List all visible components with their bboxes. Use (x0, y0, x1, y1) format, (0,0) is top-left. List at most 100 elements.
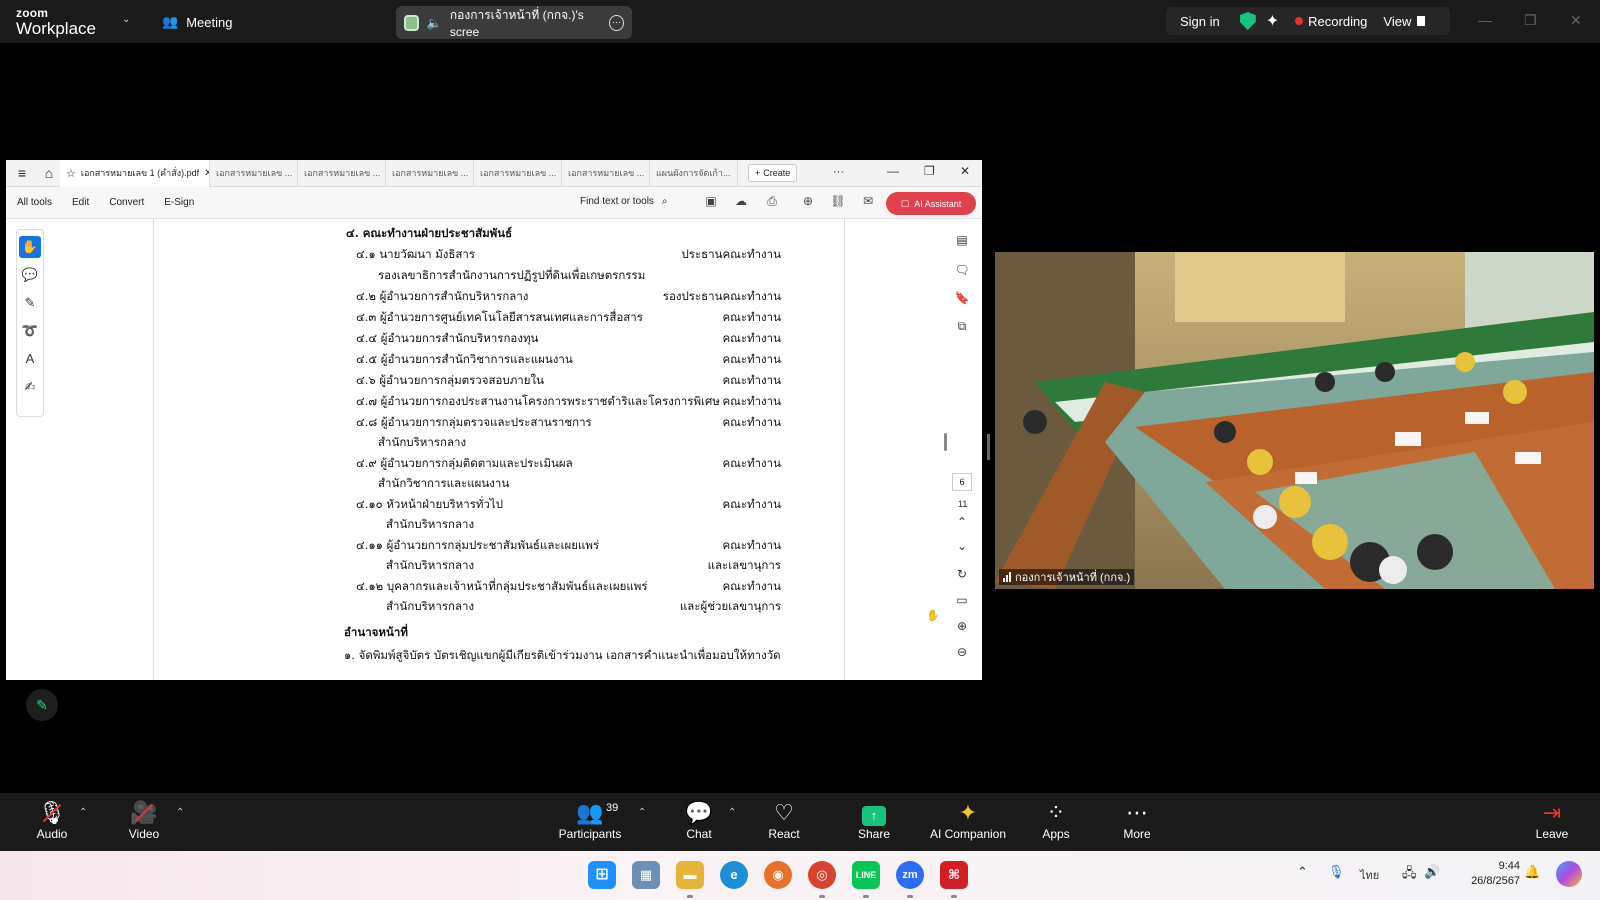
pdf-minimize-icon[interactable]: — (887, 164, 899, 178)
share-search-icon[interactable]: ⊕ (799, 194, 817, 212)
zoom-out-icon[interactable]: ⊖ (954, 645, 970, 661)
pdf-tab[interactable]: เอกสารหมายเลข ... (562, 160, 650, 187)
apps-button[interactable]: ⁘ Apps (1016, 799, 1096, 841)
comments-panel-icon[interactable]: 🗨 (954, 263, 970, 279)
menu-edit[interactable]: Edit (72, 197, 89, 208)
pdf-tab-active[interactable]: ☆ เอกสารหมายเลข 1 (คำสั่ง).pdf ✕ (60, 160, 210, 187)
page-down-icon[interactable]: ⌄ (954, 539, 970, 555)
member-subline: สำนักบริหารกลาง (386, 558, 475, 572)
print-icon[interactable]: ⎙ (763, 194, 781, 212)
find-tools-box[interactable]: Find text or tools ⌕ (580, 196, 668, 207)
volume-icon[interactable]: 🔊 (1424, 864, 1440, 880)
chrome-icon[interactable]: ◎ (808, 861, 836, 889)
chat-button[interactable]: 💬 Chat (659, 799, 739, 841)
pdf-tab[interactable]: เอกสารหมายเลข ... (298, 160, 386, 187)
pdf-close-icon[interactable]: ✕ (960, 164, 970, 178)
hamburger-menu-icon[interactable]: ≡ (6, 165, 38, 181)
save-icon[interactable]: ▣ (702, 194, 720, 212)
acrobat-icon[interactable]: ⌘ (940, 861, 968, 889)
firefox-icon[interactable]: ◉ (764, 861, 792, 889)
view-button[interactable]: View (1383, 14, 1411, 29)
more-tabs-icon[interactable]: ··· (833, 166, 844, 178)
split-resize-handle[interactable] (987, 434, 990, 460)
recording-indicator[interactable]: Recording (1308, 14, 1367, 29)
current-page-field[interactable]: 6 (952, 473, 972, 491)
pdf-tab[interactable]: แผนผังการจัดเก้า... (650, 160, 738, 187)
link-icon[interactable]: ⛓ (829, 194, 847, 212)
mic-tray-icon[interactable]: 🎙 (1328, 864, 1345, 880)
email-icon[interactable]: ✉ (859, 194, 877, 212)
menu-all-tools[interactable]: All tools (17, 197, 52, 208)
upload-cloud-icon[interactable]: ☁ (732, 194, 750, 212)
chevron-down-icon[interactable]: ⌄ (122, 14, 130, 25)
scrollbar-thumb[interactable] (944, 433, 947, 451)
pen-icon[interactable]: ✎ (19, 292, 41, 314)
pdf-tab[interactable]: เอกสารหมายเลข ... (210, 160, 298, 187)
tray-chevron-icon[interactable]: ⌃ (1297, 864, 1308, 880)
react-button[interactable]: ♡ React (744, 799, 824, 841)
restore-icon[interactable]: ❐ (1524, 12, 1537, 29)
ai-sparkle-icon[interactable]: ✦ (1266, 11, 1279, 31)
pdf-restore-icon[interactable]: ❐ (924, 164, 935, 178)
star-icon[interactable]: ☆ (66, 167, 76, 180)
file-explorer-icon[interactable]: ▬ (676, 861, 704, 889)
bookmark-icon[interactable]: 🔖 (954, 291, 970, 307)
audio-button[interactable]: 🎙 Audio (12, 799, 92, 841)
more-options-icon[interactable]: ··· (609, 14, 624, 31)
menu-convert[interactable]: Convert (109, 197, 144, 208)
zoom-in-icon[interactable]: ⊕ (954, 619, 970, 635)
pdf-tab[interactable]: เอกสารหมายเลข ... (386, 160, 474, 187)
rotate-icon[interactable]: ↻ (954, 567, 970, 583)
input-language[interactable]: ไทย (1360, 866, 1379, 884)
system-clock[interactable]: 9:44 26/8/2567 (1456, 859, 1520, 889)
pdf-tab[interactable]: เอกสารหมายเลข ... (474, 160, 562, 187)
pages-icon[interactable]: ⧉ (954, 319, 970, 335)
member-role: และผู้ช่วยเลขานุการ (679, 599, 781, 613)
comment-icon[interactable]: 💬 (19, 264, 41, 286)
leave-button[interactable]: ⇥ Leave (1512, 799, 1592, 841)
close-icon[interactable]: ✕ (1570, 12, 1582, 29)
participant-video-tile[interactable]: กองการเจ้าหน้าที่ (กกจ.) (995, 252, 1594, 589)
create-button[interactable]: + Create (748, 164, 798, 182)
signal-strength-icon (1003, 572, 1011, 582)
gallery-icon[interactable]: ▦ (632, 861, 660, 889)
left-tool-rail: ✋ 💬 ✎ ➰ A ✍ (16, 229, 44, 417)
share-button[interactable]: ↑ Share (834, 799, 914, 841)
ai-companion-button[interactable]: ✦ AI Companion (928, 799, 1008, 841)
edit-pdf-icon[interactable]: ▤ (954, 233, 970, 249)
document-viewport[interactable]: ✋ 💬 ✎ ➰ A ✍ ๔. คณะทำงานฝ่ายประชาสัมพันธ์… (6, 219, 982, 680)
security-shield-icon[interactable] (1239, 12, 1256, 30)
page-fit-icon[interactable]: ▭ (954, 593, 970, 609)
text-box-icon[interactable]: A (19, 348, 41, 370)
tab-label: เอกสารหมายเลข 1 (คำสั่ง).pdf (80, 168, 200, 178)
more-button[interactable]: ⋯ More (1097, 799, 1177, 841)
sign-in-button[interactable]: Sign in (1180, 14, 1220, 29)
line-app-icon[interactable]: LINE (852, 861, 880, 889)
copilot-icon[interactable] (1556, 861, 1582, 887)
search-icon[interactable]: ⌕ (662, 196, 668, 207)
member-role: รองประธานคณะทำงาน (662, 289, 781, 303)
network-icon[interactable]: 🖧 (1402, 864, 1417, 886)
zoom-app-icon[interactable]: zm (896, 861, 924, 889)
participants-options-icon[interactable]: ⌃ (638, 807, 646, 818)
windows-start-icon[interactable]: ⊞ (588, 861, 616, 889)
meeting-info-button[interactable]: 👥 Meeting (162, 13, 232, 31)
sign-icon[interactable]: ✍ (19, 376, 41, 398)
video-options-icon[interactable]: ⌃ (176, 807, 184, 818)
minimize-icon[interactable]: — (1478, 12, 1492, 28)
clock-date: 26/8/2567 (1471, 875, 1520, 887)
edge-browser-icon[interactable]: e (720, 861, 748, 889)
screen-share-indicator[interactable]: 🔈 กองการเจ้าหน้าที่ (กกจ.)'s scree ··· (396, 6, 632, 39)
notification-bell-icon[interactable]: 🔔 (1524, 864, 1540, 880)
annotate-pencil-icon[interactable]: ✎ (26, 689, 58, 721)
video-button[interactable]: 🎥 Video (104, 799, 184, 841)
member-subline: สำนักวิชาการและแผนงาน (378, 476, 510, 490)
home-icon[interactable]: ⌂ (38, 165, 60, 181)
menu-esign[interactable]: E-Sign (164, 197, 194, 208)
lasso-icon[interactable]: ➰ (19, 320, 41, 342)
audio-options-icon[interactable]: ⌃ (79, 807, 87, 818)
chat-options-icon[interactable]: ⌃ (728, 807, 736, 818)
ai-assistant-button[interactable]: ▢ AI Assistant (886, 192, 976, 215)
hand-tool-icon[interactable]: ✋ (19, 236, 41, 258)
page-up-icon[interactable]: ⌃ (954, 515, 970, 531)
